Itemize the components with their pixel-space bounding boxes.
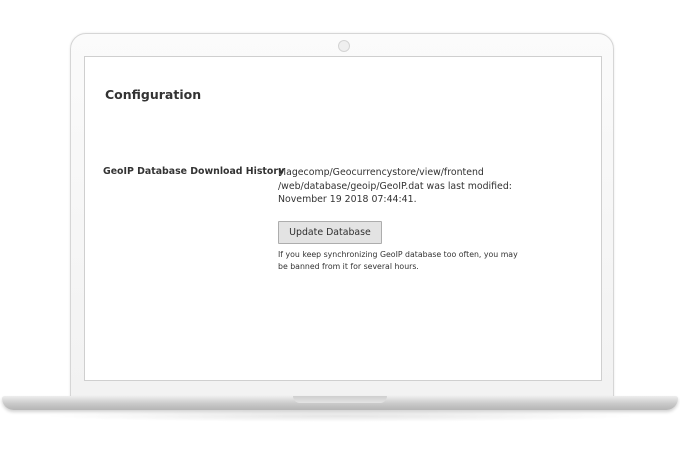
geoip-history-value: Magecomp/Geocurrencystore/view/frontend … [278,166,528,207]
note-line: If you keep synchronizing GeoIP database… [278,250,518,259]
laptop-shadow [40,410,640,422]
update-warning-note: If you keep synchronizing GeoIP database… [278,249,538,272]
geoip-modified-date: November 19 2018 07:44:41. [278,194,417,205]
geoip-path-line: Magecomp/Geocurrencystore/view/frontend [278,167,484,178]
laptop-opening-notch [293,396,387,403]
geoip-history-label: GeoIP Database Download History [103,166,285,177]
section-title: Configuration [105,87,202,102]
update-database-button[interactable]: Update Database [278,221,382,244]
geoip-path-line: /web/database/geoip/GeoIP.dat was last m… [278,180,512,192]
webcam-icon [338,40,350,52]
note-line: be banned from it for several hours. [278,261,419,271]
laptop-screen [84,56,602,381]
